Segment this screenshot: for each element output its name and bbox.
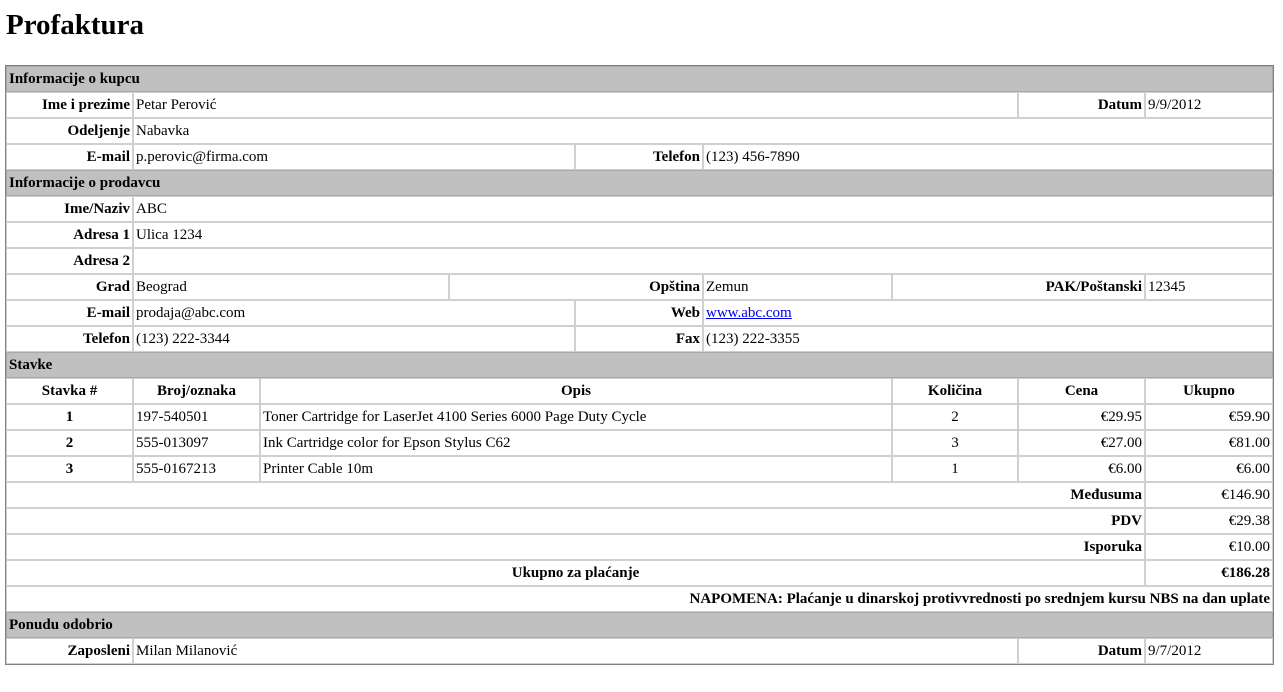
buyer-dept-row: Odeljenje Nabavka xyxy=(6,118,1274,144)
item-desc: Toner Cartridge for LaserJet 4100 Series… xyxy=(260,404,892,430)
vat-row: PDV €29.38 xyxy=(6,508,1274,534)
buyer-name-value: Petar Perović xyxy=(133,92,1018,118)
note-row: NAPOMENA: Plaćanje u dinarskoj protivvre… xyxy=(6,586,1274,612)
col-header-num: Stavka # xyxy=(6,378,133,404)
subtotal-label: Međusuma xyxy=(6,482,1145,508)
items-header-row: Stavka # Broj/oznaka Opis Količina Cena … xyxy=(6,378,1274,404)
approval-section-header: Ponudu odobrio xyxy=(6,612,1274,638)
buyer-email-label: E-mail xyxy=(6,144,133,170)
col-header-price: Cena xyxy=(1018,378,1145,404)
grand-total-row: Ukupno za plaćanje €186.28 xyxy=(6,560,1274,586)
item-desc: Ink Cartridge color for Epson Stylus C62 xyxy=(260,430,892,456)
table-row: 1 197-540501 Toner Cartridge for LaserJe… xyxy=(6,404,1274,430)
item-num: 1 xyxy=(6,404,133,430)
col-header-qty: Količina xyxy=(892,378,1018,404)
seller-fax-value: (123) 222-3355 xyxy=(703,326,1274,352)
buyer-date-label: Datum xyxy=(1018,92,1145,118)
buyer-date-value: 9/9/2012 xyxy=(1145,92,1274,118)
buyer-name-label: Ime i prezime xyxy=(6,92,133,118)
seller-municipality-value: Zemun xyxy=(703,274,892,300)
item-qty: 1 xyxy=(892,456,1018,482)
seller-web-label: Web xyxy=(575,300,703,326)
seller-zip-value: 12345 xyxy=(1145,274,1274,300)
seller-name-label: Ime/Naziv xyxy=(6,196,133,222)
items-section-header: Stavke xyxy=(6,352,1274,378)
seller-web-link[interactable]: www.abc.com xyxy=(706,305,792,321)
seller-email-value: prodaja@abc.com xyxy=(133,300,575,326)
buyer-phone-value: (123) 456-7890 xyxy=(703,144,1274,170)
buyer-phone-label: Telefon xyxy=(575,144,703,170)
col-header-total: Ukupno xyxy=(1145,378,1274,404)
seller-city-row: Grad Beograd Opština Zemun PAK/Poštanski… xyxy=(6,274,1274,300)
seller-municipality-label: Opština xyxy=(449,274,703,300)
grand-total-value: €186.28 xyxy=(1145,560,1274,586)
col-header-code: Broj/oznaka xyxy=(133,378,260,404)
approval-section-title: Ponudu odobrio xyxy=(6,612,1274,638)
vat-label: PDV xyxy=(6,508,1145,534)
buyer-name-row: Ime i prezime Petar Perović Datum 9/9/20… xyxy=(6,92,1274,118)
table-row: 2 555-013097 Ink Cartridge color for Eps… xyxy=(6,430,1274,456)
seller-name-row: Ime/Naziv ABC xyxy=(6,196,1274,222)
seller-web-cell: www.abc.com xyxy=(703,300,1274,326)
seller-phone-row: Telefon (123) 222-3344 Fax (123) 222-335… xyxy=(6,326,1274,352)
item-total: €81.00 xyxy=(1145,430,1274,456)
buyer-dept-value: Nabavka xyxy=(133,118,1274,144)
item-num: 2 xyxy=(6,430,133,456)
buyer-section-header: Informacije o kupcu xyxy=(6,66,1274,92)
subtotal-row: Međusuma €146.90 xyxy=(6,482,1274,508)
approval-employee-value: Milan Milanović xyxy=(133,638,1018,664)
item-desc: Printer Cable 10m xyxy=(260,456,892,482)
vat-value: €29.38 xyxy=(1145,508,1274,534)
approval-date-label: Datum xyxy=(1018,638,1145,664)
item-code: 555-0167213 xyxy=(133,456,260,482)
item-price: €27.00 xyxy=(1018,430,1145,456)
payment-note: NAPOMENA: Plaćanje u dinarskoj protivvre… xyxy=(6,586,1274,612)
seller-web-row: E-mail prodaja@abc.com Web www.abc.com xyxy=(6,300,1274,326)
seller-addr1-label: Adresa 1 xyxy=(6,222,133,248)
seller-phone-value: (123) 222-3344 xyxy=(133,326,575,352)
seller-addr2-label: Adresa 2 xyxy=(6,248,133,274)
table-row: 3 555-0167213 Printer Cable 10m 1 €6.00 … xyxy=(6,456,1274,482)
seller-name-value: ABC xyxy=(133,196,1274,222)
seller-fax-label: Fax xyxy=(575,326,703,352)
seller-section-header: Informacije o prodavcu xyxy=(6,170,1274,196)
item-total: €6.00 xyxy=(1145,456,1274,482)
items-section-title: Stavke xyxy=(6,352,1274,378)
item-total: €59.90 xyxy=(1145,404,1274,430)
seller-phone-label: Telefon xyxy=(6,326,133,352)
seller-zip-label: PAK/Poštanski xyxy=(892,274,1145,300)
item-qty: 2 xyxy=(892,404,1018,430)
seller-email-label: E-mail xyxy=(6,300,133,326)
approval-date-value: 9/7/2012 xyxy=(1145,638,1274,664)
buyer-contact-row: E-mail p.perovic@firma.com Telefon (123)… xyxy=(6,144,1274,170)
item-code: 555-013097 xyxy=(133,430,260,456)
item-num: 3 xyxy=(6,456,133,482)
buyer-email-value: p.perovic@firma.com xyxy=(133,144,575,170)
col-header-desc: Opis xyxy=(260,378,892,404)
buyer-dept-label: Odeljenje xyxy=(6,118,133,144)
approval-row: Zaposleni Milan Milanović Datum 9/7/2012 xyxy=(6,638,1274,664)
seller-addr1-value: Ulica 1234 xyxy=(133,222,1274,248)
item-code: 197-540501 xyxy=(133,404,260,430)
approval-employee-label: Zaposleni xyxy=(6,638,133,664)
seller-addr2-value xyxy=(133,248,1274,274)
seller-addr2-row: Adresa 2 xyxy=(6,248,1274,274)
page-title: Profaktura xyxy=(6,9,145,41)
seller-city-label: Grad xyxy=(6,274,133,300)
seller-section-title: Informacije o prodavcu xyxy=(6,170,1274,196)
item-qty: 3 xyxy=(892,430,1018,456)
invoice-table: Informacije o kupcu Ime i prezime Petar … xyxy=(5,65,1275,665)
shipping-value: €10.00 xyxy=(1145,534,1274,560)
item-price: €29.95 xyxy=(1018,404,1145,430)
grand-total-label: Ukupno za plaćanje xyxy=(6,560,1145,586)
shipping-label: Isporuka xyxy=(6,534,1145,560)
item-price: €6.00 xyxy=(1018,456,1145,482)
buyer-section-title: Informacije o kupcu xyxy=(6,66,1274,92)
seller-addr1-row: Adresa 1 Ulica 1234 xyxy=(6,222,1274,248)
subtotal-value: €146.90 xyxy=(1145,482,1274,508)
seller-city-value: Beograd xyxy=(133,274,449,300)
shipping-row: Isporuka €10.00 xyxy=(6,534,1274,560)
